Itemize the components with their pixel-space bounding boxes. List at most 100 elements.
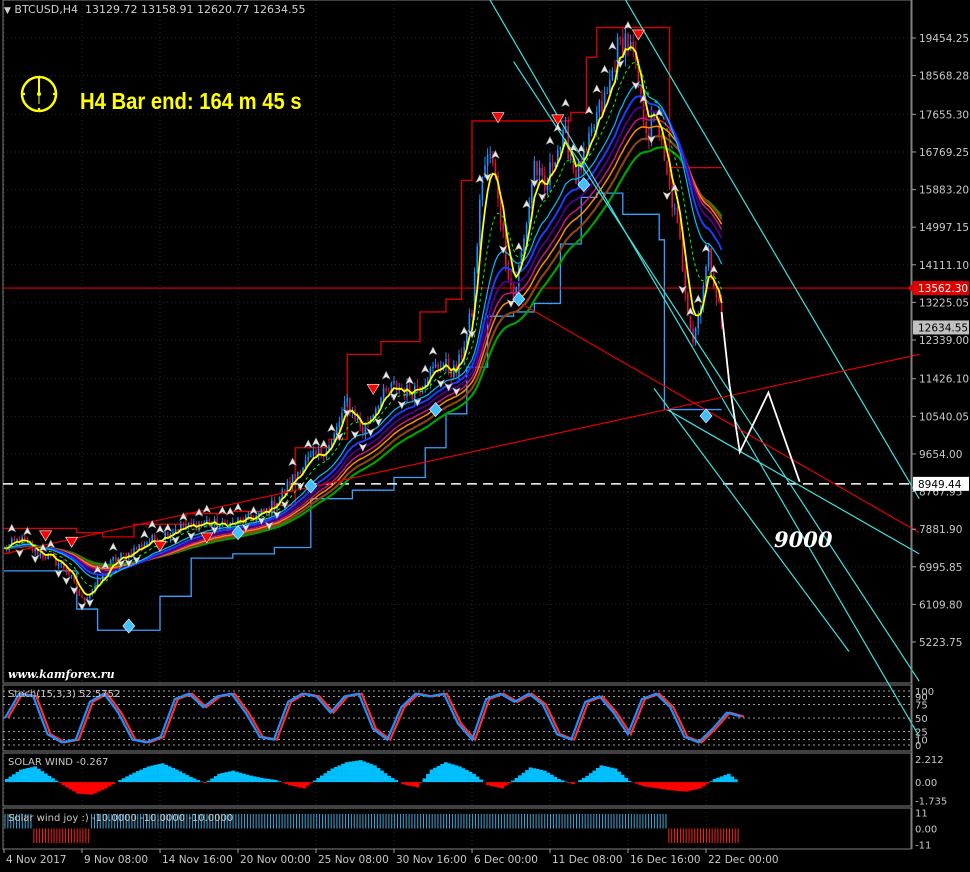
candle-body xyxy=(718,297,720,301)
candle-body xyxy=(13,538,16,541)
solar-bar xyxy=(72,782,77,792)
candle-body xyxy=(385,388,387,391)
solar-bar xyxy=(220,772,225,783)
candle-body xyxy=(65,568,68,572)
solar-bar xyxy=(666,782,671,790)
candle-body xyxy=(341,412,343,423)
solar-bar xyxy=(408,782,413,786)
solar-bar xyxy=(19,769,23,783)
candle-body xyxy=(115,556,117,562)
price-tick-label: 6995.85 xyxy=(919,562,962,574)
solar-bar xyxy=(146,766,151,783)
candle-body xyxy=(411,395,413,399)
solar-bar xyxy=(461,768,466,783)
ohlc-open: 13129.72 xyxy=(85,3,138,16)
solar-bar xyxy=(670,782,675,791)
solar-tick-label: 0.00 xyxy=(915,778,937,789)
solar-bar xyxy=(139,769,144,783)
solar-bar xyxy=(189,776,193,783)
solar-bar xyxy=(695,782,699,790)
solar-bar xyxy=(603,766,607,783)
solar-bar xyxy=(571,782,575,785)
solar-bar xyxy=(535,769,540,783)
candle-body xyxy=(310,455,312,457)
candle-body xyxy=(338,422,341,427)
candle-body xyxy=(315,450,317,455)
ohlc-high: 13158.91 xyxy=(141,3,194,16)
solar-bar xyxy=(43,773,48,783)
solar-bar xyxy=(344,762,349,783)
candle-body xyxy=(99,578,101,581)
solar-bar xyxy=(153,764,158,783)
candle-body xyxy=(16,538,18,541)
time-tick-label: 14 Nov 16:00 xyxy=(162,854,233,866)
price-tick-label: 11426.10 xyxy=(919,374,969,386)
candle-body xyxy=(294,474,296,476)
solar-bar xyxy=(450,764,455,783)
solar-bar xyxy=(174,769,179,783)
solar-bar xyxy=(178,771,183,783)
price-box-label: 8949.44 xyxy=(918,479,962,491)
candle-body xyxy=(606,92,608,94)
solar-bar xyxy=(539,769,544,783)
candle-body xyxy=(388,390,390,392)
solar-bar xyxy=(54,780,59,783)
solar-bar xyxy=(270,779,275,783)
solar-bar xyxy=(394,780,399,783)
solar-bar xyxy=(295,782,299,787)
candle-body xyxy=(432,366,434,369)
solar-bar xyxy=(167,766,172,783)
solar-bar xyxy=(546,772,551,783)
solar-bar xyxy=(312,780,317,783)
symbol-timeframe: BTCUSD,H4 xyxy=(14,3,78,16)
menu-triangle-icon[interactable]: ▼ xyxy=(4,6,11,16)
solar-bar xyxy=(192,778,197,783)
solar-bar xyxy=(104,782,108,789)
stoch-tick-label: 75 xyxy=(915,701,928,712)
solar-bar xyxy=(199,781,204,783)
solar-bar xyxy=(479,779,483,783)
candle-body xyxy=(83,597,86,601)
solar-bar xyxy=(256,777,261,783)
candle-body xyxy=(674,208,676,210)
solar-bar xyxy=(224,772,229,783)
solar-bar xyxy=(373,765,377,783)
price-tick-label: 12339.00 xyxy=(919,335,969,347)
solar-bar xyxy=(401,782,406,785)
candle-body xyxy=(551,162,554,167)
candle-body xyxy=(575,169,577,185)
solar-bar xyxy=(65,782,69,788)
chart-canvas[interactable]: 10090755025100Stoch(15,3,3) 52.5752 2.21… xyxy=(0,0,970,872)
candle-body xyxy=(468,313,471,331)
solar-bar xyxy=(107,782,112,787)
solar-bar xyxy=(585,775,590,783)
price-tick-label: 14111.10 xyxy=(919,260,969,272)
candle-body xyxy=(362,426,364,434)
solar-bar xyxy=(93,782,98,794)
solar-bar xyxy=(89,782,94,795)
solar-bar xyxy=(203,782,207,784)
solar-bar xyxy=(436,765,441,783)
solar-bar xyxy=(404,782,409,785)
solar-bar xyxy=(231,770,236,783)
solar-bar xyxy=(503,782,508,786)
candle-body xyxy=(679,222,681,239)
solar-bar xyxy=(242,773,246,783)
solar-bar xyxy=(429,769,434,783)
candle-body xyxy=(122,553,125,555)
candle-body xyxy=(502,222,504,230)
candle-body xyxy=(476,246,478,273)
candle-body xyxy=(312,450,315,456)
time-tick-label: 16 Dec 16:00 xyxy=(630,854,701,866)
solar-bar xyxy=(351,761,356,783)
solar-bar xyxy=(47,775,52,783)
solar-bar xyxy=(581,777,586,783)
solar-bar xyxy=(726,773,731,783)
solar-bar xyxy=(125,776,130,783)
solar-bar xyxy=(235,771,239,783)
solar-bar xyxy=(259,777,264,783)
solar-bar xyxy=(327,770,331,783)
candle-body xyxy=(190,522,192,525)
candle-body xyxy=(479,199,481,247)
solar-bar xyxy=(40,771,45,783)
